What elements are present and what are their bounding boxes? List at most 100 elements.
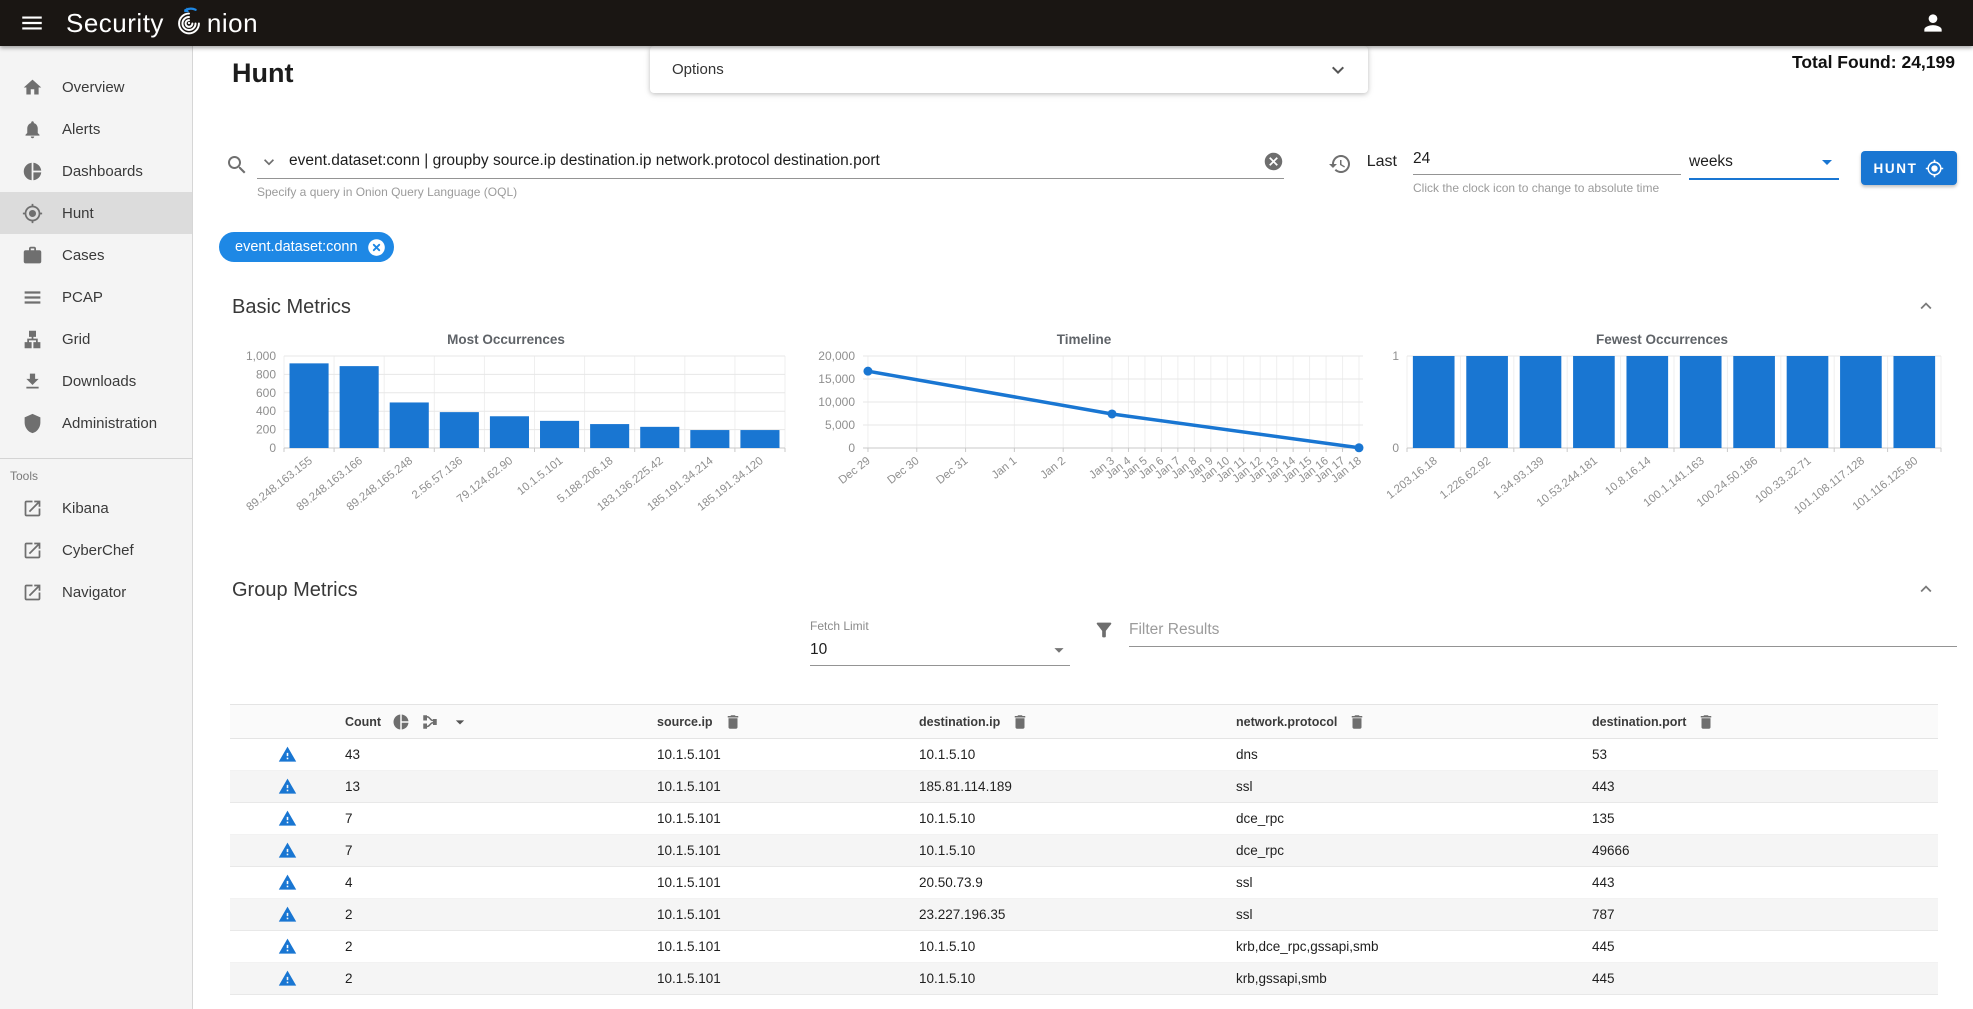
trash-icon[interactable]	[1011, 713, 1029, 731]
cell-destination-port[interactable]: 445	[1592, 963, 1938, 995]
cell-source-ip[interactable]: 10.1.5.101	[657, 739, 919, 771]
sidebar-item-administration[interactable]: Administration	[0, 402, 192, 444]
cell-count[interactable]: 7	[345, 803, 657, 835]
caret-down-icon[interactable]	[450, 712, 470, 732]
cell-source-ip[interactable]: 10.1.5.101	[657, 931, 919, 963]
cell-count[interactable]: 2	[345, 931, 657, 963]
cell-count[interactable]: 7	[345, 835, 657, 867]
duration-input[interactable]	[1413, 150, 1681, 168]
cell-network-protocol[interactable]: krb,dce_rpc,gssapi,smb	[1236, 931, 1592, 963]
fetch-limit-select[interactable]: 10	[810, 639, 1070, 666]
pie-chart-icon[interactable]	[392, 713, 410, 731]
cell-destination-ip[interactable]: 10.1.5.10	[919, 835, 1236, 867]
cell-destination-port[interactable]: 135	[1592, 803, 1938, 835]
cell-network-protocol[interactable]: ssl	[1236, 867, 1592, 899]
cell-destination-port[interactable]: 53	[1592, 739, 1938, 771]
table-row[interactable]: 1310.1.5.101185.81.114.189ssl443	[230, 771, 1938, 803]
cell-destination-ip[interactable]: 23.227.196.35	[919, 899, 1236, 931]
table-row[interactable]: 4310.1.5.10110.1.5.10dns53	[230, 739, 1938, 771]
cell-network-protocol[interactable]: ssl	[1236, 771, 1592, 803]
warning-icon[interactable]	[278, 905, 297, 924]
user-account-icon[interactable]	[1915, 5, 1951, 41]
time-units-select[interactable]: weeks	[1689, 150, 1839, 180]
remove-filter-icon[interactable]	[366, 237, 387, 258]
sidebar-item-dashboards[interactable]: Dashboards	[0, 150, 192, 192]
table-row[interactable]: 710.1.5.10110.1.5.10dce_rpc135	[230, 803, 1938, 835]
cell-destination-port[interactable]: 443	[1592, 771, 1938, 803]
cell-destination-port[interactable]: 445	[1592, 931, 1938, 963]
cell-source-ip[interactable]: 10.1.5.101	[657, 835, 919, 867]
cell-source-ip[interactable]: 10.1.5.101	[657, 867, 919, 899]
filter-results-input[interactable]	[1129, 621, 1957, 639]
sidebar-item-pcap[interactable]: PCAP	[0, 276, 192, 318]
hunt-button[interactable]: HUNT	[1861, 151, 1957, 185]
cell-destination-port[interactable]: 787	[1592, 899, 1938, 931]
cell-network-protocol[interactable]: dce_rpc	[1236, 803, 1592, 835]
column-header-count: Count	[345, 705, 657, 739]
sidebar-item-cyberchef[interactable]: CyberChef	[0, 529, 192, 571]
cell-count[interactable]: 4	[345, 867, 657, 899]
cell-count[interactable]: 43	[345, 739, 657, 771]
trash-icon[interactable]	[1697, 713, 1715, 731]
sidebar-item-overview[interactable]: Overview	[0, 66, 192, 108]
filter-chip[interactable]: event.dataset:conn	[219, 232, 394, 262]
sidebar-divider	[0, 458, 192, 459]
cell-destination-ip[interactable]: 10.1.5.10	[919, 931, 1236, 963]
cell-network-protocol[interactable]: dns	[1236, 739, 1592, 771]
cell-destination-port[interactable]: 49666	[1592, 835, 1938, 867]
warning-icon[interactable]	[278, 969, 297, 988]
cell-destination-ip[interactable]: 10.1.5.10	[919, 803, 1236, 835]
cell-network-protocol[interactable]: ssl	[1236, 899, 1592, 931]
trash-icon[interactable]	[1348, 713, 1366, 731]
cell-source-ip[interactable]: 10.1.5.101	[657, 803, 919, 835]
cell-source-ip[interactable]: 10.1.5.101	[657, 899, 919, 931]
warning-icon[interactable]	[278, 937, 297, 956]
table-row[interactable]: 410.1.5.10120.50.73.9ssl443	[230, 867, 1938, 899]
table-row[interactable]: 710.1.5.10110.1.5.10dce_rpc49666	[230, 835, 1938, 867]
warning-icon[interactable]	[278, 841, 297, 860]
hamburger-menu-icon[interactable]	[12, 3, 52, 43]
cell-count[interactable]: 2	[345, 963, 657, 995]
collapse-group-metrics-icon[interactable]	[1913, 577, 1939, 603]
sidebar-item-hunt[interactable]: Hunt	[0, 192, 192, 234]
filter-funnel-icon	[1093, 619, 1115, 641]
cell-source-ip[interactable]: 10.1.5.101	[657, 771, 919, 803]
sidebar-item-alerts[interactable]: Alerts	[0, 108, 192, 150]
cell-network-protocol[interactable]: krb,gssapi,smb	[1236, 963, 1592, 995]
open-in-new-icon	[22, 582, 43, 603]
cell-destination-port[interactable]: 443	[1592, 867, 1938, 899]
cell-destination-ip[interactable]: 185.81.114.189	[919, 771, 1236, 803]
sidebar: OverviewAlertsDashboardsHuntCasesPCAPGri…	[0, 46, 193, 1009]
cell-count[interactable]: 2	[345, 899, 657, 931]
warning-icon[interactable]	[278, 777, 297, 796]
sankey-icon[interactable]	[421, 713, 439, 731]
total-found-label: Total Found:	[1792, 52, 1897, 72]
cell-source-ip[interactable]: 10.1.5.101	[657, 963, 919, 995]
query-history-chevron-icon[interactable]	[259, 152, 279, 172]
table-row[interactable]: 210.1.5.10110.1.5.10krb,dce_rpc,gssapi,s…	[230, 931, 1938, 963]
pie-dashboard-icon	[22, 161, 43, 182]
onion-logo-icon	[172, 6, 206, 40]
sidebar-item-grid[interactable]: Grid	[0, 318, 192, 360]
options-panel-toggle[interactable]: Options	[650, 46, 1368, 93]
sidebar-item-downloads[interactable]: Downloads	[0, 360, 192, 402]
trash-icon[interactable]	[724, 713, 742, 731]
query-input[interactable]	[289, 152, 1263, 170]
warning-icon[interactable]	[278, 873, 297, 892]
cell-count[interactable]: 13	[345, 771, 657, 803]
sidebar-item-navigator[interactable]: Navigator	[0, 571, 192, 613]
clear-query-icon[interactable]	[1263, 151, 1284, 172]
cell-destination-ip[interactable]: 10.1.5.10	[919, 963, 1236, 995]
sidebar-item-kibana[interactable]: Kibana	[0, 487, 192, 529]
collapse-basic-metrics-icon[interactable]	[1913, 294, 1939, 320]
warning-icon[interactable]	[278, 809, 297, 828]
cell-destination-ip[interactable]: 20.50.73.9	[919, 867, 1236, 899]
sidebar-item-cases[interactable]: Cases	[0, 234, 192, 276]
table-row[interactable]: 210.1.5.10110.1.5.10krb,gssapi,smb445	[230, 963, 1938, 995]
cell-network-protocol[interactable]: dce_rpc	[1236, 835, 1592, 867]
table-row[interactable]: 210.1.5.10123.227.196.35ssl787	[230, 899, 1938, 931]
cell-destination-ip[interactable]: 10.1.5.10	[919, 739, 1236, 771]
history-clock-icon[interactable]	[1328, 152, 1352, 176]
search-icon[interactable]	[225, 153, 249, 177]
warning-icon[interactable]	[278, 745, 297, 764]
